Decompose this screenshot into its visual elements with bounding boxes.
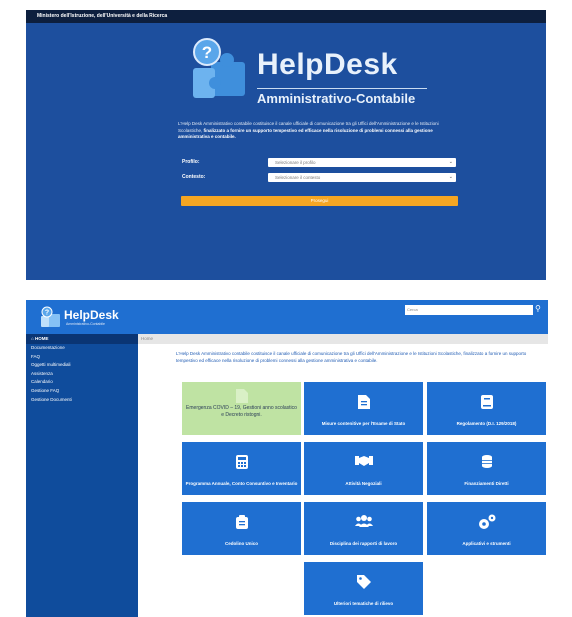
header-bar: ? HelpDesk Amministrativo-Contabile Cerc… — [26, 300, 548, 334]
chevron-down-icon: ⌄ — [448, 174, 453, 180]
tile-attivita-negoziali[interactable]: Attività Negoziali — [304, 442, 423, 495]
sidebar-item-gestione-documenti[interactable]: Gestione Documenti — [26, 396, 138, 405]
sidebar-item-faq[interactable]: FAQ — [26, 353, 138, 362]
sidebar-item-gestione-faq[interactable]: Gestione FAQ — [26, 387, 138, 396]
users-icon — [354, 515, 373, 527]
tile-label: Emergenza COVID – 19, Gestioni anno scol… — [186, 405, 297, 418]
tile-programma-annuale[interactable]: Programma Annuale, Conto Consuntivo e In… — [182, 442, 301, 495]
sidebar: ⌂ HOME Documentazione FAQ Oggetti multim… — [26, 334, 138, 617]
profile-label: Profilo: — [182, 159, 200, 165]
login-screen: Ministero dell'Istruzione, dell'Universi… — [26, 10, 546, 280]
tile-finanziamenti-diretti[interactable]: Finanziamenti Diretti — [427, 442, 546, 495]
tag-icon — [356, 575, 371, 589]
home-icon: ⌂ — [31, 336, 34, 341]
svg-text:?: ? — [45, 310, 49, 317]
helpdesk-logo: ? HelpDesk Amministrativo-Contabile — [189, 38, 429, 116]
tile-covid-emergency[interactable]: Emergenza COVID – 19, Gestioni anno scol… — [182, 382, 301, 435]
puzzle-logo-icon: ? — [41, 306, 60, 327]
sidebar-item-home[interactable]: ⌂ HOME — [26, 334, 138, 344]
tile-label: Misure contenitive per l'Esame di Stato — [321, 421, 406, 426]
tile-label: Disciplina dei rapporti di lavoro — [329, 541, 398, 546]
tile-applicativi-strumenti[interactable]: Applicativi e strumenti — [427, 502, 546, 555]
header-logo[interactable]: ? HelpDesk Amministrativo-Contabile — [40, 306, 134, 330]
puzzle-logo-icon: ? — [193, 38, 245, 98]
logo-subtitle: Amministrativo-Contabile — [257, 91, 416, 106]
profile-select-value: Selezionare il profilo — [275, 160, 316, 165]
document-icon — [357, 395, 370, 409]
payslip-icon — [235, 515, 248, 529]
tile-label: Attività Negoziali — [345, 481, 382, 486]
logo-divider — [257, 88, 427, 89]
logo-title: HelpDesk — [257, 48, 398, 81]
sidebar-item-documentazione[interactable]: Documentazione — [26, 344, 138, 353]
header-subtitle: Amministrativo-Contabile — [66, 322, 105, 326]
tile-rapporti-lavoro[interactable]: Disciplina dei rapporti di lavoro — [304, 502, 423, 555]
sidebar-item-label: HOME — [34, 336, 49, 341]
profile-row: Profilo: Selezionare il profilo ⌄ — [178, 158, 458, 167]
search-icon[interactable]: ⚲ — [535, 304, 541, 313]
handshake-icon — [354, 456, 373, 466]
home-screen: ? HelpDesk Amministrativo-Contabile Cerc… — [26, 300, 548, 617]
book-icon — [480, 395, 493, 409]
svg-text:?: ? — [202, 43, 212, 62]
tile-misure-esame-stato[interactable]: Misure contenitive per l'Esame di Stato — [304, 382, 423, 435]
description-bold: finalizzato a fornire un supporto tempes… — [178, 127, 433, 140]
sidebar-item-calendario[interactable]: Calendario — [26, 378, 138, 387]
tile-label: Cedolino Unico — [225, 541, 258, 546]
tile-label: Regolamento (D.I. 129/2018) — [456, 421, 517, 426]
tile-label: Ulteriori tematiche di rilievo — [333, 601, 394, 606]
header-title: HelpDesk — [64, 308, 119, 322]
login-description: L'Help Desk Amministrativo contabile cos… — [178, 121, 442, 141]
tile-regolamento[interactable]: Regolamento (D.I. 129/2018) — [427, 382, 546, 435]
tile-label: Finanziamenti Diretti — [464, 481, 509, 486]
context-select[interactable]: Selezionare il contesto ⌄ — [268, 173, 456, 182]
context-label: Contesto: — [182, 174, 206, 180]
intro-text: L'Help Desk Amministrativo contabile cos… — [176, 351, 527, 363]
chevron-down-icon: ⌄ — [448, 159, 453, 165]
tile-label: Applicativi e strumenti — [462, 541, 511, 546]
document-icon — [235, 389, 248, 403]
tile-ulteriori-tematiche[interactable]: Ulteriori tematiche di rilievo — [304, 562, 423, 615]
coins-icon — [481, 455, 492, 468]
context-select-value: Selezionare il contesto — [275, 175, 321, 180]
sidebar-item-assistenza[interactable]: Assistenza — [26, 370, 138, 379]
tile-label: Programma Annuale, Conto Consuntivo e In… — [185, 481, 298, 486]
ministry-topbar: Ministero dell'Istruzione, dell'Universi… — [26, 10, 546, 23]
proceed-button[interactable]: Prosegui — [181, 196, 458, 206]
sidebar-item-oggetti-multimediali[interactable]: Oggetti multimediali — [26, 361, 138, 370]
gears-icon — [478, 514, 495, 529]
calculator-icon — [235, 455, 248, 469]
profile-select[interactable]: Selezionare il profilo ⌄ — [268, 158, 456, 167]
search-input[interactable]: Cerca — [405, 305, 533, 315]
context-row: Contesto: Selezionare il contesto ⌄ — [178, 173, 458, 182]
tile-cedolino-unico[interactable]: Cedolino Unico — [182, 502, 301, 555]
breadcrumb[interactable]: Home — [138, 334, 548, 344]
